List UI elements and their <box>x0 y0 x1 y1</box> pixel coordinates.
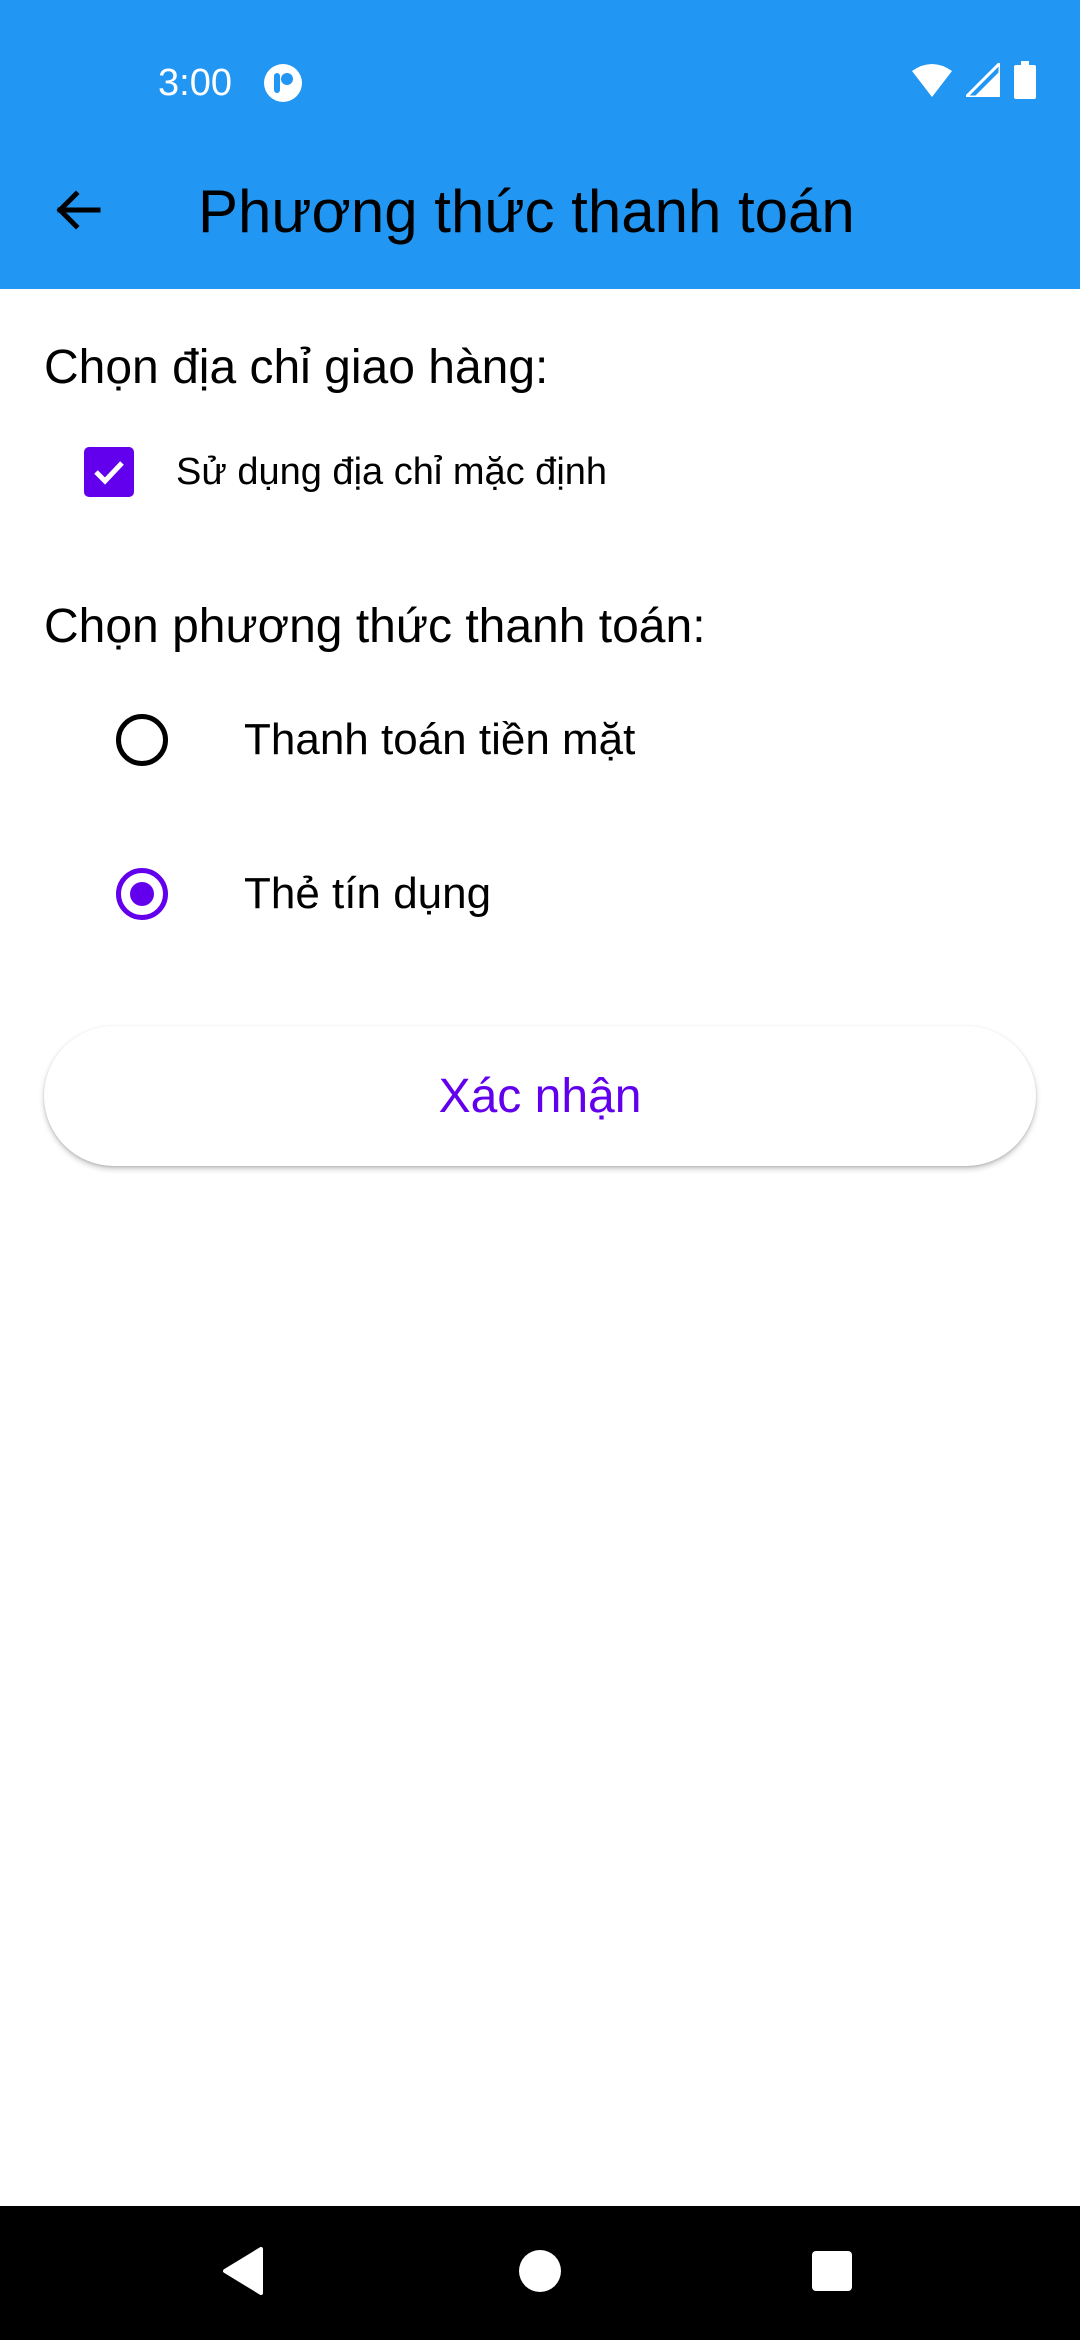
cell-signal-icon <box>962 58 1002 102</box>
use-default-address-checkbox[interactable]: Sử dụng địa chỉ mặc định <box>84 446 607 498</box>
radio-credit-card[interactable]: Thẻ tín dụng <box>116 864 491 924</box>
navigation-bar <box>0 2206 1080 2340</box>
back-triangle-icon <box>221 2246 265 2300</box>
back-button[interactable] <box>42 176 114 248</box>
recents-square-icon <box>811 2250 853 2297</box>
radio-cash[interactable]: Thanh toán tiền mặt <box>116 710 635 770</box>
radio-cash-label: Thanh toán tiền mặt <box>244 715 636 764</box>
home-circle-icon <box>518 2249 562 2298</box>
wifi-icon <box>912 63 952 102</box>
nav-home-button[interactable] <box>490 2223 590 2323</box>
page-title: Phương thức thanh toán <box>198 178 855 245</box>
address-section-label: Chọn địa chỉ giao hàng: <box>44 341 549 394</box>
app-bar: 3:00 Phương thức thanh toán <box>0 0 1080 289</box>
radio-dot <box>130 882 154 906</box>
confirm-button[interactable]: Xác nhận <box>44 1026 1036 1166</box>
radio-unselected-icon <box>116 714 168 766</box>
app-notification-icon <box>263 63 303 103</box>
radio-selected-icon <box>116 868 168 920</box>
payment-section-label: Chọn phương thức thanh toán: <box>44 600 706 653</box>
status-time: 3:00 <box>158 62 232 104</box>
arrow-back-icon <box>54 186 102 239</box>
radio-credit-card-label: Thẻ tín dụng <box>244 869 492 918</box>
battery-icon <box>1014 60 1036 104</box>
nav-back-button[interactable] <box>193 2223 293 2323</box>
nav-recents-button[interactable] <box>782 2223 882 2323</box>
checkbox-checked-icon <box>84 447 134 497</box>
status-icons <box>912 58 1036 104</box>
use-default-address-label: Sử dụng địa chỉ mặc định <box>176 450 608 493</box>
